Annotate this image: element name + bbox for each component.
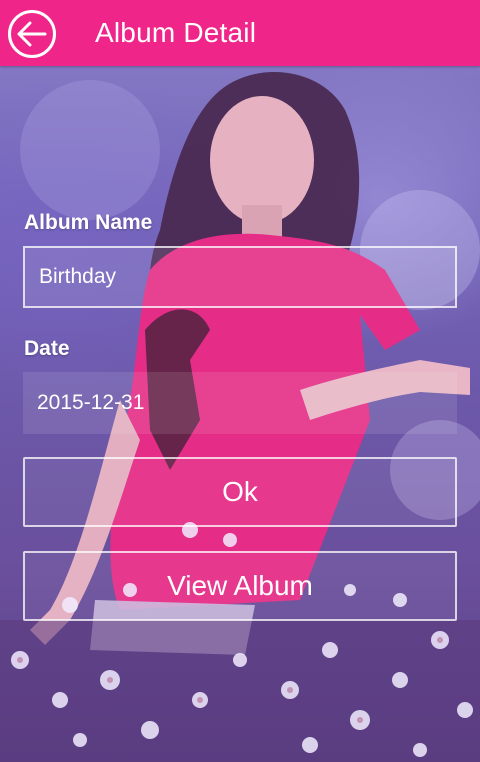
view-album-button[interactable]: View Album — [23, 551, 457, 621]
ok-button[interactable]: Ok — [23, 457, 457, 527]
date-input[interactable] — [23, 372, 457, 434]
album-name-field[interactable] — [23, 246, 457, 308]
back-button[interactable] — [7, 9, 57, 59]
back-arrow-circle-icon — [8, 10, 56, 58]
album-name-label: Album Name — [24, 211, 153, 234]
app-bar: Album Detail — [0, 0, 480, 66]
page-title: Album Detail — [95, 17, 257, 48]
date-label: Date — [24, 337, 70, 360]
album-name-input[interactable] — [25, 248, 455, 306]
date-field[interactable] — [23, 372, 457, 434]
